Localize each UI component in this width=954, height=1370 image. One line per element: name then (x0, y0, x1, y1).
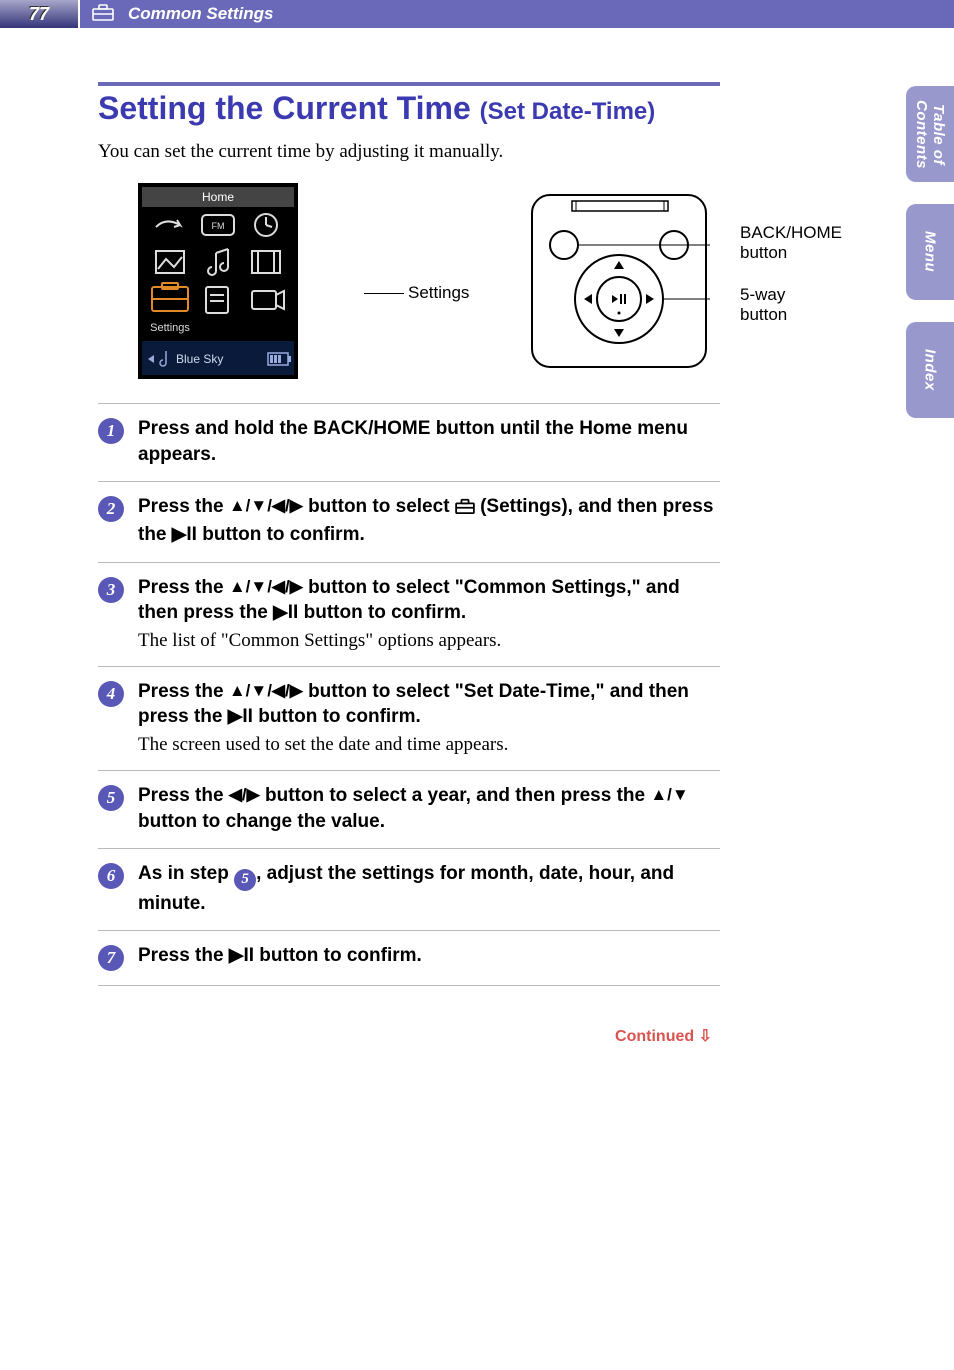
step-number-icon: 5 (98, 785, 124, 811)
step-6-text: As in step 5, adjust the settings for mo… (138, 861, 720, 916)
back-home-callout: BACK/HOME button (740, 223, 842, 263)
step-7: 7 Press the ▶II button to confirm. (98, 930, 720, 986)
step-number-icon: 2 (98, 496, 124, 522)
page-header: 77 Common Settings (0, 0, 954, 28)
step-2-text: Press the ▲/▼/◀/▶ button to select (Sett… (138, 494, 720, 547)
page-content: Setting the Current Time (Set Date-Time)… (0, 28, 820, 1046)
step-4-text: Press the ▲/▼/◀/▶ button to select "Set … (138, 679, 720, 730)
dpad-icon: ▲/▼/◀/▶ (229, 681, 303, 700)
device-body-figure (528, 191, 710, 376)
step-number-icon: 7 (98, 945, 124, 971)
five-way-callout: 5-way button (740, 285, 787, 325)
text: button to change the value. (138, 811, 385, 832)
intro-text: You can set the current time by adjustin… (98, 141, 720, 163)
text: Press the (138, 945, 229, 966)
tab-index[interactable]: Index (906, 322, 954, 418)
step-7-text: Press the ▶II button to confirm. (138, 943, 720, 969)
screen-icon-caption: Settings (150, 322, 190, 334)
step-3: 3 Press the ▲/▼/◀/▶ button to select "Co… (98, 562, 720, 666)
text: button to confirm. (254, 945, 422, 966)
now-playing-text: Blue Sky (176, 352, 223, 366)
arrow-down-icon: ⇩ (699, 1028, 712, 1045)
play-pause-icon: ▶II (273, 602, 298, 623)
text: Press the (138, 496, 229, 517)
step-ref-icon: 5 (234, 869, 256, 891)
svg-text:FM: FM (212, 221, 225, 231)
tab-index-label: Index (922, 349, 939, 391)
up-down-icon: ▲/▼ (650, 785, 688, 804)
step-4-note: The screen used to set the date and time… (138, 734, 720, 756)
page-title: Setting the Current Time (Set Date-Time) (98, 90, 720, 127)
step-number-icon: 6 (98, 863, 124, 889)
text: button to confirm. (298, 602, 466, 623)
continued-indicator: Continued ⇩ (98, 1026, 720, 1046)
step-6: 6 As in step 5, adjust the settings for … (98, 848, 720, 930)
tab-toc[interactable]: Table of Contents (906, 86, 954, 182)
toolbox-icon (455, 496, 475, 522)
text: button to select (303, 496, 455, 517)
step-number-icon: 4 (98, 681, 124, 707)
step-number-icon: 1 (98, 418, 124, 444)
device-screen-figure: Home FM (138, 183, 298, 384)
tab-menu[interactable]: Menu (906, 204, 954, 300)
step-2: 2 Press the ▲/▼/◀/▶ button to select (Se… (98, 481, 720, 561)
text: Press the (138, 785, 229, 806)
toolbox-icon (92, 3, 114, 26)
screen-callout-line (364, 293, 404, 294)
page-number: 77 (0, 0, 80, 28)
play-pause-icon: ▶II (229, 945, 254, 966)
text: button to confirm. (197, 524, 365, 545)
play-pause-icon: ▶II (172, 524, 197, 545)
header-section-title: Common Settings (128, 4, 273, 24)
dpad-icon: ▲/▼/◀/▶ (229, 496, 303, 515)
text: Press the (138, 681, 229, 702)
text: button to confirm. (253, 706, 421, 727)
step-number-icon: 3 (98, 577, 124, 603)
left-right-icon: ◀/▶ (229, 785, 260, 804)
side-nav: Table of Contents Menu Index (906, 86, 954, 418)
step-1-text: Press and hold the BACK/HOME button unti… (138, 416, 720, 467)
title-main: Setting the Current Time (98, 90, 471, 126)
step-4: 4 Press the ▲/▼/◀/▶ button to select "Se… (98, 666, 720, 770)
tab-menu-label: Menu (922, 231, 939, 272)
text: Press the (138, 577, 229, 598)
step-3-note: The list of "Common Settings" options ap… (138, 630, 720, 652)
text: As in step (138, 863, 234, 884)
screen-callout-label: Settings (408, 283, 469, 303)
steps-list: 1 Press and hold the BACK/HOME button un… (98, 403, 720, 986)
step-5-text: Press the ◀/▶ button to select a year, a… (138, 783, 720, 834)
step-3-text: Press the ▲/▼/◀/▶ button to select "Comm… (138, 575, 720, 626)
continued-label: Continued (615, 1028, 694, 1045)
step-1: 1 Press and hold the BACK/HOME button un… (98, 403, 720, 481)
dpad-icon: ▲/▼/◀/▶ (229, 577, 303, 596)
title-sub: (Set Date-Time) (480, 98, 656, 125)
title-rule (98, 82, 720, 86)
diagram-row: Home FM (98, 183, 720, 393)
screen-title-text: Home (202, 190, 234, 204)
tab-toc-label: Table of Contents (913, 86, 947, 182)
play-pause-icon: ▶II (228, 706, 253, 727)
step-5: 5 Press the ◀/▶ button to select a year,… (98, 770, 720, 848)
text: button to select a year, and then press … (260, 785, 651, 806)
